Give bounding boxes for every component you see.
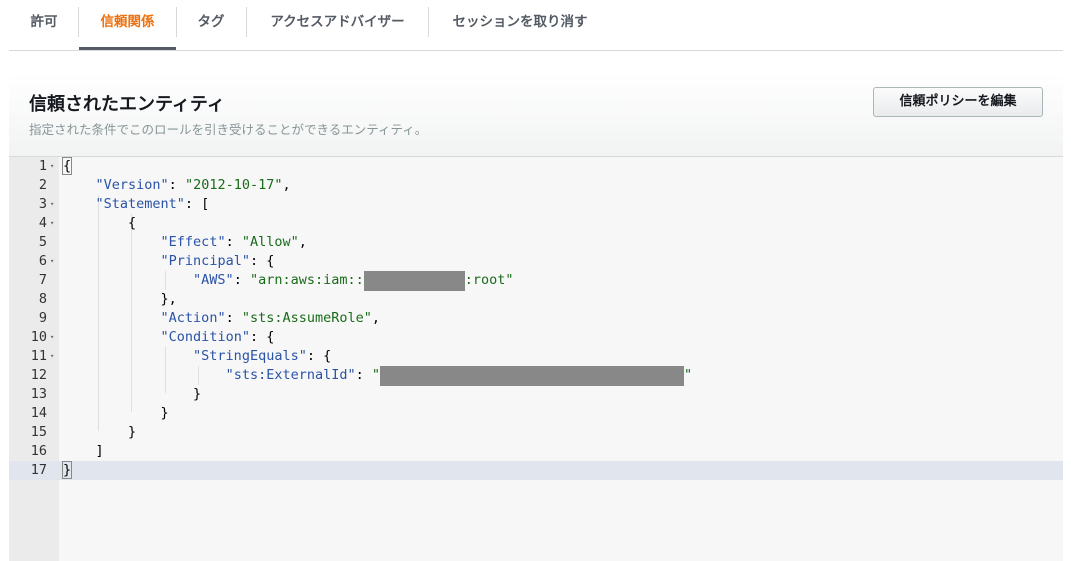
json-punct: } — [193, 386, 202, 402]
edit-trust-policy-button[interactable]: 信頼ポリシーを編集 — [873, 87, 1043, 117]
json-key: "sts:ExternalId" — [225, 367, 356, 383]
code-line: 14 } — [9, 404, 1063, 423]
fold-arrow-icon[interactable]: ▾ — [50, 252, 54, 271]
json-punct: { — [128, 215, 137, 231]
code-line: 8 }, — [9, 290, 1063, 309]
line-number: 11 — [30, 348, 47, 364]
line-number: 1 — [38, 158, 47, 174]
code-line: 7 "AWS": "arn:aws:iam:::root" — [9, 271, 1063, 291]
code-line: 2 "Version": "2012-10-17", — [9, 176, 1063, 195]
code-line: 12 "sts:ExternalId": " " — [9, 366, 1063, 386]
tab-revoke-sessions[interactable]: セッションを取り消す — [429, 0, 611, 50]
line-number: 10 — [30, 329, 47, 345]
tab-access-advisor[interactable]: アクセスアドバイザー — [247, 0, 428, 50]
line-number: 4 — [38, 215, 47, 231]
json-punct: : { — [249, 329, 275, 345]
line-number: 14 — [30, 405, 47, 421]
line-number: 5 — [38, 234, 47, 250]
tab-tags[interactable]: タグ — [177, 0, 245, 50]
line-number: 8 — [38, 291, 47, 307]
json-punct: } — [160, 405, 169, 421]
code-line: 9 "Action": "sts:AssumeRole", — [9, 309, 1063, 328]
redacted-account-id — [363, 271, 465, 291]
json-key: "Action" — [160, 310, 226, 326]
code-line: 10 ▾ "Condition": { — [9, 328, 1063, 347]
panel-header: 信頼されたエンティティ 指定された条件でこのロールを引き受けることができるエンテ… — [9, 73, 1063, 157]
line-number: 9 — [38, 310, 47, 326]
json-value: :root" — [464, 272, 514, 288]
json-punct: : { — [306, 348, 332, 364]
line-number: 2 — [38, 177, 47, 193]
redacted-external-id — [380, 366, 685, 386]
panel-description: 指定された条件でこのロールを引き受けることができるエンティティ。 — [29, 122, 428, 137]
json-value: "Allow" — [241, 234, 299, 250]
json-key: "Condition" — [160, 329, 250, 345]
open-brace: { — [61, 157, 73, 175]
line-number: 16 — [30, 443, 47, 459]
fold-arrow-icon[interactable]: ▾ — [50, 328, 54, 347]
fold-arrow-icon[interactable]: ▾ — [50, 157, 54, 176]
code-line: 11 ▾ "StringEquals": { — [9, 347, 1063, 366]
line-number: 13 — [30, 386, 47, 402]
json-key: "Principal" — [160, 253, 250, 269]
json-value: " — [371, 367, 381, 383]
fold-arrow-icon[interactable]: ▾ — [50, 214, 54, 233]
line-number: 6 — [38, 253, 47, 269]
json-key: "Effect" — [160, 234, 226, 250]
fold-arrow-icon[interactable]: ▾ — [50, 347, 54, 366]
fold-arrow-icon[interactable]: ▾ — [50, 195, 54, 214]
code-line: 13 } — [9, 385, 1063, 404]
code-line: 15 } — [9, 423, 1063, 442]
policy-code-editor[interactable]: 1 ▾ { 2 "Version": "2012-10-17", 3 ▾ "St… — [9, 157, 1063, 561]
tab-trust-relationships[interactable]: 信頼関係 — [79, 0, 176, 50]
code-line: 4 ▾ { — [9, 214, 1063, 233]
json-key: "Statement" — [95, 196, 185, 212]
line-number: 15 — [30, 424, 47, 440]
json-value: "arn:aws:iam:: — [249, 272, 364, 288]
json-punct: } — [128, 424, 137, 440]
code-line-active: 17 } — [9, 461, 1063, 480]
close-brace: } — [61, 461, 73, 479]
json-value: " — [684, 367, 693, 383]
code-line: 6 ▾ "Principal": { — [9, 252, 1063, 271]
code-line: 5 "Effect": "Allow", — [9, 233, 1063, 252]
json-value: "sts:AssumeRole" — [241, 310, 372, 326]
code-line: 16 ] — [9, 442, 1063, 461]
tab-bar: 許可 信頼関係 タグ アクセスアドバイザー セッションを取り消す — [9, 0, 1063, 51]
json-punct: : [ — [184, 196, 210, 212]
json-key: "StringEquals" — [193, 348, 307, 364]
panel-title: 信頼されたエンティティ — [29, 94, 225, 115]
code-line: 1 ▾ { — [9, 157, 1063, 176]
json-punct: }, — [160, 291, 177, 307]
line-number: 12 — [30, 367, 47, 383]
json-punct: : { — [249, 253, 275, 269]
trusted-entities-panel: 信頼されたエンティティ 指定された条件でこのロールを引き受けることができるエンテ… — [9, 73, 1063, 561]
code-line: 3 ▾ "Statement": [ — [9, 195, 1063, 214]
json-value: "2012-10-17" — [184, 177, 283, 193]
json-punct: ] — [95, 443, 104, 459]
line-number: 3 — [38, 196, 47, 212]
line-number: 17 — [30, 462, 47, 478]
tab-permissions[interactable]: 許可 — [9, 0, 79, 50]
line-number: 7 — [38, 272, 47, 288]
json-key: "AWS" — [193, 272, 234, 288]
json-key: "Version" — [95, 177, 169, 193]
